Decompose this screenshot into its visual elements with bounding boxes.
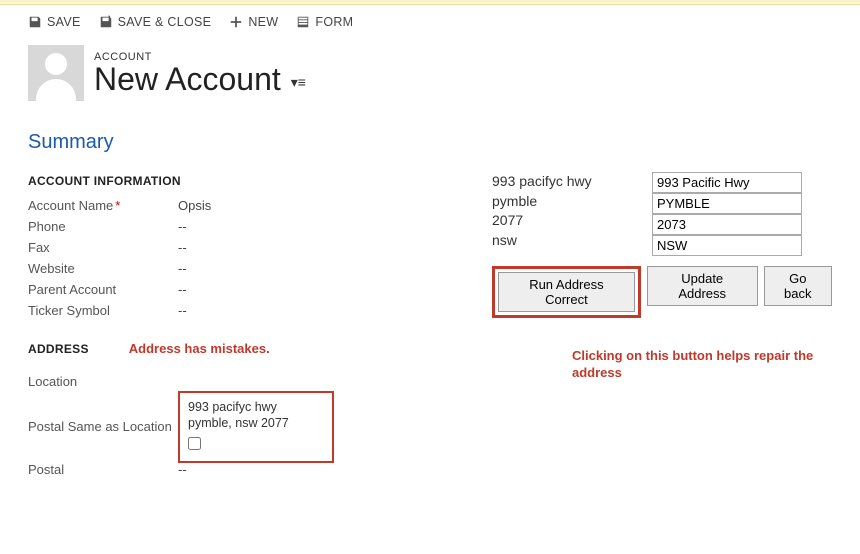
new-label: NEW bbox=[248, 15, 278, 29]
value-parent-account[interactable]: -- bbox=[178, 282, 187, 297]
address-action-buttons: Run Address Correct Update Address Go ba… bbox=[492, 266, 832, 318]
label-phone: Phone bbox=[28, 219, 178, 234]
label-parent-account: Parent Account bbox=[28, 282, 178, 297]
plus-icon bbox=[229, 15, 243, 29]
account-info-heading: ACCOUNT INFORMATION bbox=[28, 174, 452, 188]
annotation-repair: Clicking on this button helps repair the… bbox=[572, 348, 832, 382]
corrected-street-input[interactable] bbox=[652, 172, 802, 193]
value-ticker-symbol[interactable]: -- bbox=[178, 303, 187, 318]
field-website: Website -- bbox=[28, 261, 452, 276]
label-postal-same: Postal Same as Location bbox=[28, 419, 178, 436]
label-website: Website bbox=[28, 261, 178, 276]
field-location: Location bbox=[28, 370, 452, 391]
location-line1[interactable]: 993 pacifyc hwy bbox=[188, 399, 324, 415]
field-parent-account: Parent Account -- bbox=[28, 282, 452, 297]
orig-line1: 993 pacifyc hwy bbox=[492, 172, 632, 192]
value-phone[interactable]: -- bbox=[178, 219, 187, 234]
label-postal: Postal bbox=[28, 462, 178, 479]
required-asterisk: * bbox=[115, 198, 120, 213]
form-label: FORM bbox=[315, 15, 353, 29]
original-address: 993 pacifyc hwy pymble 2077 nsw bbox=[492, 172, 632, 256]
postal-same-checkbox[interactable] bbox=[188, 437, 201, 450]
corrected-city-input[interactable] bbox=[652, 193, 802, 214]
record-header: ACCOUNT New Account ▾≡ bbox=[0, 35, 860, 101]
field-phone: Phone -- bbox=[28, 219, 452, 234]
record-menu-icon[interactable]: ▾≡ bbox=[291, 74, 306, 91]
field-postal: Postal -- bbox=[28, 462, 452, 479]
corrected-state-input[interactable] bbox=[652, 235, 802, 256]
save-icon bbox=[28, 15, 42, 29]
run-address-highlight: Run Address Correct bbox=[492, 266, 641, 318]
field-fax: Fax -- bbox=[28, 240, 452, 255]
label-account-name: Account Name* bbox=[28, 198, 178, 213]
form-icon bbox=[296, 15, 310, 29]
go-back-button[interactable]: Go back bbox=[764, 266, 832, 306]
orig-line2: pymble bbox=[492, 192, 632, 212]
save-close-label: SAVE & CLOSE bbox=[118, 15, 212, 29]
new-button[interactable]: NEW bbox=[229, 15, 278, 29]
orig-line3: 2077 bbox=[492, 211, 632, 231]
value-postal[interactable]: -- bbox=[178, 462, 187, 477]
label-ticker-symbol: Ticker Symbol bbox=[28, 303, 178, 318]
save-button[interactable]: SAVE bbox=[28, 15, 81, 29]
field-ticker-symbol: Ticker Symbol -- bbox=[28, 303, 452, 318]
save-close-icon bbox=[99, 15, 113, 29]
field-account-name: Account Name* Opsis bbox=[28, 198, 452, 213]
label-location: Location bbox=[28, 370, 178, 391]
orig-line4: nsw bbox=[492, 231, 632, 251]
save-close-button[interactable]: SAVE & CLOSE bbox=[99, 15, 212, 29]
address-heading: ADDRESS bbox=[28, 342, 89, 356]
save-label: SAVE bbox=[47, 15, 81, 29]
annotation-mistakes: Address has mistakes. bbox=[129, 341, 270, 356]
corrected-postcode-input[interactable] bbox=[652, 214, 802, 235]
value-website[interactable]: -- bbox=[178, 261, 187, 276]
form-button[interactable]: FORM bbox=[296, 15, 353, 29]
address-compare: 993 pacifyc hwy pymble 2077 nsw bbox=[492, 172, 832, 256]
page-title: New Account bbox=[94, 63, 281, 95]
label-fax: Fax bbox=[28, 240, 178, 255]
value-account-name[interactable]: Opsis bbox=[178, 198, 211, 213]
update-address-button[interactable]: Update Address bbox=[647, 266, 758, 306]
avatar bbox=[28, 45, 84, 101]
command-bar: SAVE SAVE & CLOSE NEW FORM bbox=[0, 5, 860, 35]
summary-heading: Summary bbox=[28, 131, 832, 154]
corrected-address-inputs bbox=[652, 172, 802, 256]
value-fax[interactable]: -- bbox=[178, 240, 187, 255]
run-address-correct-button[interactable]: Run Address Correct bbox=[498, 272, 635, 312]
